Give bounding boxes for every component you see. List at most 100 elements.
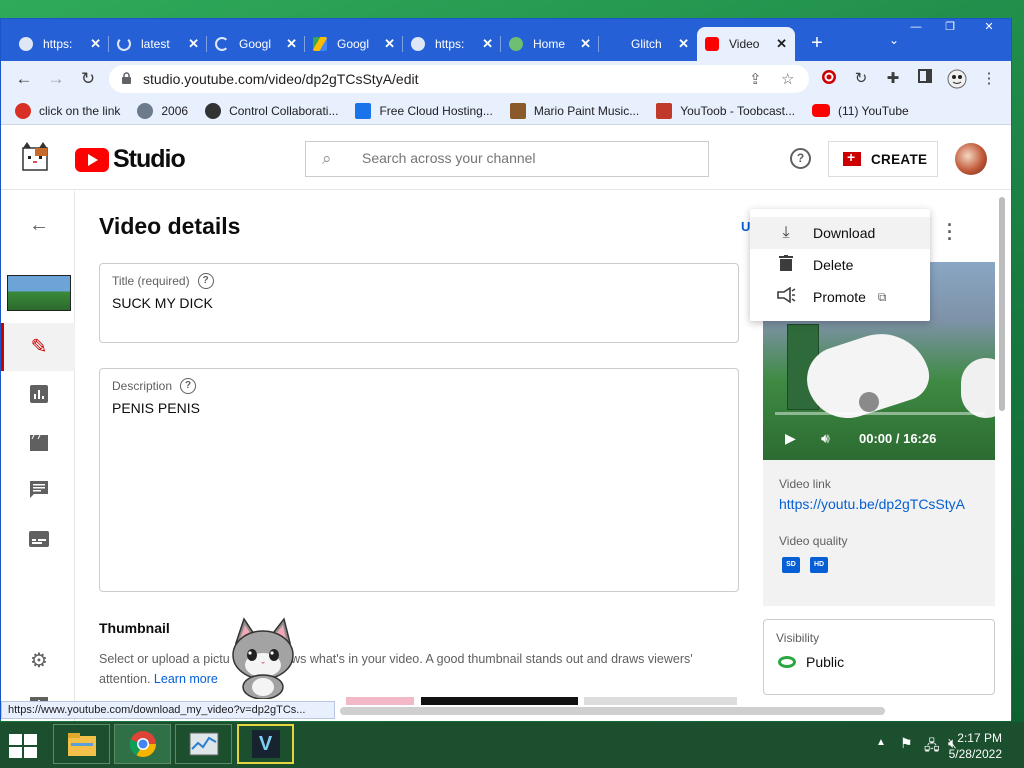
- tab-home[interactable]: Home ✕: [501, 27, 599, 61]
- title-label-text: Title (required): [112, 274, 190, 288]
- back-arrow-icon[interactable]: ←: [13, 68, 35, 90]
- title-field[interactable]: Title (required)? SUCK MY DICK: [99, 263, 739, 343]
- vegas-app-icon[interactable]: V: [237, 724, 294, 764]
- target-extension-icon[interactable]: [819, 69, 839, 89]
- tab-close-icon[interactable]: ✕: [90, 36, 101, 52]
- forward-arrow-icon[interactable]: →: [45, 68, 67, 90]
- tab-video[interactable]: Video ✕: [697, 27, 795, 61]
- close-window-button[interactable]: ✕: [967, 19, 1011, 35]
- url-text[interactable]: studio.youtube.com/video/dp2gTCsStyA/edi…: [143, 71, 419, 87]
- tab-close-icon[interactable]: ✕: [580, 36, 591, 52]
- channel-cat-logo-icon[interactable]: [17, 140, 53, 176]
- subtitles-icon[interactable]: [27, 529, 51, 553]
- create-button[interactable]: CREATE: [828, 141, 938, 177]
- tab-search-chevron-icon[interactable]: ⌄: [889, 33, 899, 47]
- help-icon[interactable]: ?: [197, 273, 214, 289]
- refresh-extension-icon[interactable]: ↻: [851, 69, 871, 89]
- tab-close-icon[interactable]: ✕: [776, 36, 787, 52]
- system-clock[interactable]: 2:17 PM 5/28/2022: [949, 730, 1002, 762]
- megaphone-icon: [776, 286, 796, 307]
- bookmark-label: Control Collaborati...: [229, 103, 339, 118]
- thumbnail-option[interactable]: [421, 697, 578, 705]
- tab-latest[interactable]: latest ✕: [109, 27, 207, 61]
- error-x-icon: [15, 102, 31, 119]
- menu-item-delete[interactable]: Delete: [750, 249, 930, 281]
- reload-icon[interactable]: ↻: [77, 68, 99, 90]
- bookmark-item[interactable]: (11) YouTube: [811, 104, 909, 118]
- horizontal-scrollbar[interactable]: [340, 707, 885, 715]
- tray-expand-icon[interactable]: ▲: [876, 737, 886, 748]
- description-input[interactable]: PENIS PENIS: [112, 400, 200, 416]
- video-link[interactable]: https://youtu.be/dp2gTCsStyA: [779, 496, 965, 512]
- tab-google-drive[interactable]: Googl ✕: [305, 27, 403, 61]
- clock-time: 2:17 PM: [957, 731, 1002, 745]
- network-icon[interactable]: 🖧︎: [924, 735, 940, 759]
- tab-close-icon[interactable]: ✕: [188, 36, 199, 52]
- youtube-logo-icon[interactable]: [75, 148, 109, 172]
- more-options-icon[interactable]: · · ·: [942, 216, 958, 248]
- bookmark-item[interactable]: click on the link: [15, 102, 120, 119]
- tab-close-icon[interactable]: ✕: [384, 36, 395, 52]
- bookmark-item[interactable]: YouToob - Toobcast...: [656, 102, 795, 119]
- cog-logo-icon: [205, 102, 222, 119]
- new-tab-button[interactable]: +: [803, 27, 831, 61]
- bookmark-label: Free Cloud Hosting...: [379, 103, 493, 118]
- help-icon[interactable]: ?: [180, 378, 197, 394]
- vertical-scrollbar[interactable]: [999, 197, 1005, 411]
- tab-close-icon[interactable]: ✕: [286, 36, 297, 52]
- video-thumbnail[interactable]: [7, 275, 71, 311]
- video-camera-icon: [843, 149, 861, 166]
- description-field[interactable]: Description? PENIS PENIS: [99, 368, 739, 592]
- thumbnail-heading: Thumbnail: [99, 620, 170, 636]
- play-icon[interactable]: ▶: [785, 430, 796, 447]
- editor-clapper-icon[interactable]: [27, 433, 51, 457]
- bookmark-item[interactable]: Mario Paint Music...: [509, 102, 639, 119]
- settings-gear-icon[interactable]: ⚙: [27, 649, 51, 673]
- menu-item-promote[interactable]: Promote ⧉: [750, 281, 930, 313]
- learn-more-link[interactable]: Learn more: [154, 672, 218, 686]
- title-input[interactable]: SUCK MY DICK: [112, 295, 213, 311]
- analytics-icon[interactable]: [27, 385, 51, 409]
- side-panel-icon[interactable]: [915, 69, 935, 89]
- restore-button[interactable]: ❐: [933, 19, 967, 35]
- share-icon[interactable]: ⇪: [749, 70, 762, 88]
- puzzle-extensions-icon[interactable]: ✚: [883, 69, 903, 89]
- browser-menu-icon[interactable]: ⋮: [979, 69, 999, 89]
- volume-icon[interactable]: 🔊︎: [821, 430, 830, 447]
- tab-https-1[interactable]: https: ✕: [11, 27, 109, 61]
- undo-changes-link[interactable]: U: [741, 219, 750, 234]
- bookmark-item[interactable]: Free Cloud Hosting...: [355, 102, 493, 119]
- tab-https-2[interactable]: https: ✕: [403, 27, 501, 61]
- external-link-icon: ⧉: [877, 289, 887, 304]
- windows-start-icon[interactable]: [9, 734, 37, 758]
- visibility-card[interactable]: Visibility Public: [763, 619, 995, 695]
- resource-monitor-icon[interactable]: [175, 724, 232, 764]
- visibility-value[interactable]: Public: [806, 654, 844, 670]
- address-bar[interactable]: studio.youtube.com/video/dp2gTCsStyA/edi…: [109, 65, 809, 93]
- thumbnail-option[interactable]: [346, 697, 414, 705]
- file-explorer-icon[interactable]: [53, 724, 110, 764]
- back-arrow-icon[interactable]: ←: [27, 213, 51, 237]
- profile-avatar-icon[interactable]: [947, 69, 967, 89]
- action-center-flag-icon[interactable]: ⚑: [900, 735, 913, 752]
- progress-bar[interactable]: [775, 412, 985, 415]
- tab-close-icon[interactable]: ✕: [482, 36, 493, 52]
- tab-close-icon[interactable]: ✕: [678, 36, 689, 52]
- help-icon[interactable]: ?: [790, 148, 811, 169]
- chrome-icon[interactable]: [114, 724, 171, 764]
- bookmark-star-icon[interactable]: ☆: [781, 70, 794, 88]
- thumbnail-description: Select or upload a pictu ws what's in yo…: [99, 649, 729, 689]
- minimize-button[interactable]: —: [899, 19, 933, 35]
- tab-glitch[interactable]: Glitch ✕: [599, 27, 697, 61]
- thumbnail-option[interactable]: [584, 697, 737, 705]
- comments-icon[interactable]: [27, 481, 51, 505]
- thumbnail-text-part3: attention.: [99, 672, 151, 686]
- tab-google-1[interactable]: Googl ✕: [207, 27, 305, 61]
- menu-item-download[interactable]: ⤓ Download: [750, 217, 930, 249]
- search-input[interactable]: [362, 150, 682, 166]
- channel-search-box[interactable]: ⌕: [305, 141, 709, 177]
- bookmark-item[interactable]: Control Collaborati...: [205, 102, 339, 119]
- account-avatar[interactable]: [955, 143, 987, 175]
- studio-wordmark[interactable]: Studio: [113, 145, 186, 174]
- bookmark-item[interactable]: 2006: [137, 102, 188, 119]
